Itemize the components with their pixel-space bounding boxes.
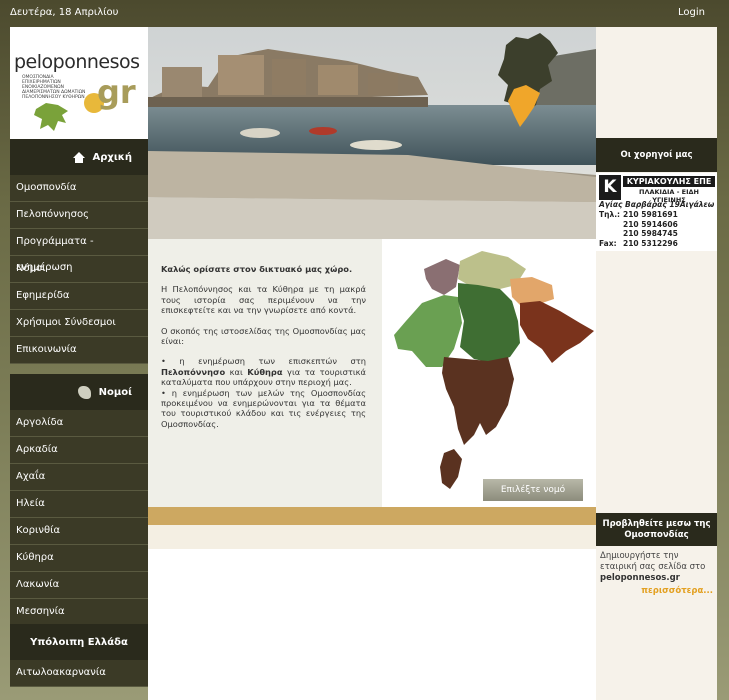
purpose-paragraph: Ο σκοπός της ιστοσελίδας της Ομοσπονδίας… (161, 325, 366, 347)
sponsors-header: Οι χορηγοί μας (596, 138, 717, 172)
logo-suffix: gr (97, 73, 136, 111)
logo-subtitle: ΟΜΟΣΠΟΝΔΙΑ ΕΠΙΧΕΙΡΗΜΑΤΙΩΝ ΕΝΟΙΚΙΑΖΟΜΕΝΩΝ… (22, 75, 86, 100)
logo-name: peloponnesos (14, 51, 140, 73)
home-icon (72, 151, 85, 163)
prefectures-title: Νομοί (98, 386, 132, 398)
main-bottom-band (148, 525, 596, 549)
sponsor-logo: K (599, 175, 621, 200)
map-argolida-region[interactable] (510, 277, 554, 305)
nav-item-arkadia[interactable]: Αρκαδία (10, 437, 148, 464)
nav-item-kythira[interactable]: Κύθηρα (10, 545, 148, 572)
welcome-section: Καλώς ορίσατε στον δικτυακό μας χώρο. Η … (148, 239, 596, 507)
nav-item-contact[interactable]: Επικοινωνία (10, 337, 148, 364)
nav-item-programs[interactable]: Προγράμματα - ενημέρωση (10, 229, 148, 273)
harbor-photo (148, 27, 596, 239)
top-bar: Δευτέρα, 18 Απριλίου Login (0, 0, 729, 26)
map-ileia-region[interactable] (394, 295, 462, 367)
nav-item-newspaper[interactable]: Εφημερίδα (10, 283, 148, 310)
fax-number: 210 5312296 (623, 238, 678, 248)
welcome-heading: Καλώς ορίσατε στον δικτυακό μας χώρο. (161, 264, 353, 274)
welcome-text: Καλώς ορίσατε στον δικτυακό μας χώρο. Η … (161, 264, 366, 429)
promo-body: Δημιουργήστε την εταιρική σας σελίδα στο (600, 551, 706, 572)
sponsor-phones: Τηλ.: 210 5981691 210 5914606 210 5984745… (599, 210, 717, 248)
nav-item-achaia[interactable]: Αχαΐα (10, 464, 148, 491)
phone-3: 210 5984745 (623, 229, 678, 238)
rest-greece-nav: Υπόλοιπη Ελλάδα Αιτωλοακαρνανία (10, 624, 148, 687)
more-link[interactable]: περισσότερα... (600, 586, 713, 596)
nav-item-laws[interactable]: Νόμοι (10, 256, 148, 283)
bullet-peloponnese: Πελοπόννησο (161, 366, 226, 377)
main-nav: Αρχική Ομοσπονδία Πελοπόννησος Προγράμμα… (10, 139, 148, 364)
prefecture-map[interactable] (382, 239, 596, 507)
intro-paragraph: Η Πελοπόννησος και τα Κύθηρα με τη μακρά… (161, 284, 366, 316)
nav-item-links[interactable]: Χρήσιμοι Σύνδεσμοι (10, 310, 148, 337)
map-korinthia-region[interactable] (424, 259, 460, 295)
nav-home-header[interactable]: Αρχική (10, 139, 148, 175)
promo-site: peloponnesos.gr (600, 573, 680, 583)
phone-1: 210 5981691 (623, 210, 678, 219)
content-divider (148, 507, 596, 525)
bullet-members: • η ενημέρωση των μελών της Ομοσπονδίας … (161, 387, 366, 429)
promo-text: Δημιουργήστε την εταιρική σας σελίδα στο… (600, 551, 715, 584)
map-icon (77, 385, 91, 399)
sponsor-name: ΚΥΡΙΑΚΟΥΛΗΣ ΕΠΕ (623, 176, 715, 187)
peloponnese-map-icon (34, 103, 68, 131)
prefectures-nav: Νομοί Αργολίδα Αρκαδία Αχαΐα Ηλεία Κοριν… (10, 374, 148, 626)
main-bottom-area (148, 525, 596, 700)
nav-item-federation[interactable]: Ομοσπονδία (10, 175, 148, 202)
nav-item-peloponnese[interactable]: Πελοπόννησος (10, 202, 148, 229)
map-argolida-east-region[interactable] (520, 301, 594, 363)
bullet-visitors-pre: • η ενημέρωση των επισκεπτών στη (161, 356, 366, 367)
nav-item-ileia[interactable]: Ηλεία (10, 491, 148, 518)
nav-item-lakonia[interactable]: Λακωνία (10, 572, 148, 599)
site-logo[interactable]: peloponnesos ΟΜΟΣΠΟΝΔΙΑ ΕΠΙΧΕΙΡΗΜΑΤΙΩΝ Ε… (10, 27, 148, 139)
bullet-visitors: • η ενημέρωση των επισκεπτών στη Πελοπόν… (161, 356, 366, 387)
login-link[interactable]: Login (678, 7, 705, 18)
bullet-visitors-mid: και (225, 366, 248, 377)
select-prefecture-button[interactable]: Επιλέξτε νομό (483, 479, 583, 501)
map-messinia-lakonia-region[interactable] (442, 357, 514, 445)
map-kythira-region[interactable] (440, 449, 462, 489)
nav-item-argolida[interactable]: Αργολίδα (10, 410, 148, 437)
current-date: Δευτέρα, 18 Απριλίου (10, 7, 119, 18)
rest-greece-header: Υπόλοιπη Ελλάδα (10, 624, 148, 660)
bullet-kythira: Κύθηρα (247, 366, 283, 377)
nav-item-messinia[interactable]: Μεσσηνία (10, 599, 148, 626)
peloponnese-prefecture-map[interactable] (382, 239, 596, 507)
fax-label: Fax: (599, 238, 617, 248)
hero-banner (148, 27, 596, 239)
nav-home-label: Αρχική (92, 151, 132, 163)
promo-header: Προβληθείτε μεσω της Ομοσπονδίας (596, 513, 717, 546)
nav-item-korinthia[interactable]: Κορινθία (10, 518, 148, 545)
phone-label: Τηλ.: (599, 210, 621, 219)
sponsor-address: Αγίας Βαρβάρας 19Αιγάλεω (599, 200, 715, 209)
prefectures-header: Νομοί (10, 374, 148, 410)
right-sidebar: Οι χορηγοί μας K ΚΥΡΙΑΚΟΥΛΗΣ ΕΠΕ ΠΛΑΚΙΔΙ… (596, 27, 717, 700)
map-arkadia-region[interactable] (458, 283, 520, 363)
sponsor-card[interactable]: K ΚΥΡΙΑΚΟΥΛΗΣ ΕΠΕ ΠΛΑΚΙΔΙΑ - ΕΙΔΗ ΥΓΙΕΙΝ… (596, 173, 717, 251)
nav-item-aitoloakarnania[interactable]: Αιτωλοακαρνανία (10, 660, 148, 687)
phone-2: 210 5914606 (623, 219, 678, 229)
